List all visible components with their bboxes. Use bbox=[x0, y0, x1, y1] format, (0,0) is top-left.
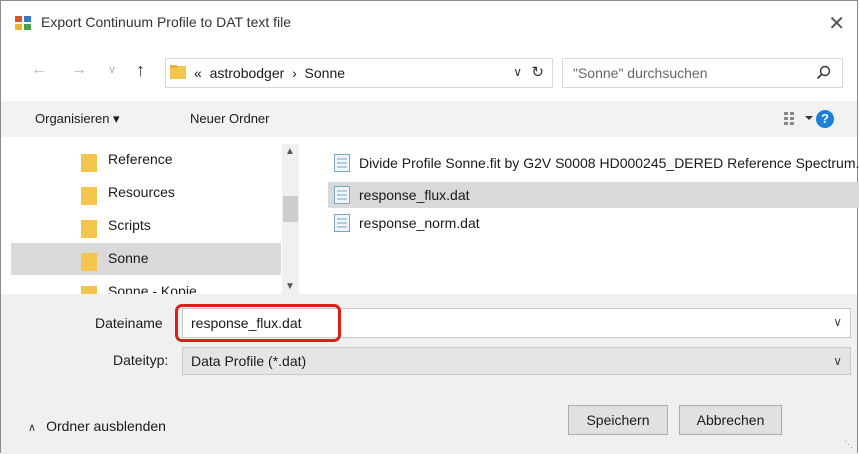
chevron-down-icon[interactable]: ∨ bbox=[513, 65, 522, 79]
address-bar[interactable]: « astrobodger › Sonne ∨ ↻ bbox=[165, 58, 553, 88]
tree-item-label: Sonne - Kopie bbox=[108, 283, 197, 294]
document-icon bbox=[334, 214, 350, 232]
file-name: response_flux.dat bbox=[359, 187, 470, 203]
search-icon[interactable] bbox=[816, 65, 832, 81]
resize-grip-icon[interactable]: ⋱ bbox=[844, 439, 853, 450]
tree-item-scripts[interactable]: Scripts bbox=[11, 210, 281, 242]
forward-arrow-icon[interactable]: → bbox=[71, 61, 87, 79]
tree-scrollbar[interactable]: ▲ ▼ bbox=[282, 144, 299, 294]
refresh-icon[interactable]: ↻ bbox=[531, 63, 544, 81]
view-options-icon[interactable] bbox=[783, 110, 815, 126]
chevron-down-icon[interactable]: ∨ bbox=[833, 315, 842, 329]
list-item[interactable]: response_norm.dat bbox=[328, 210, 859, 236]
search-input[interactable]: "Sonne" durchsuchen bbox=[573, 65, 707, 81]
close-icon[interactable]: ✕ bbox=[828, 11, 845, 36]
organize-menu[interactable]: Organisieren ▾ bbox=[35, 111, 120, 127]
address-prefix: « bbox=[194, 65, 202, 81]
help-icon[interactable]: ? bbox=[816, 110, 834, 128]
window-title: Export Continuum Profile to DAT text fil… bbox=[41, 14, 292, 30]
file-name: response_norm.dat bbox=[359, 215, 480, 231]
breadcrumb-item-astrobodger[interactable]: astrobodger bbox=[210, 65, 285, 81]
scroll-down-icon[interactable]: ▼ bbox=[285, 281, 295, 292]
filename-highlight bbox=[175, 304, 341, 342]
list-item[interactable]: Divide Profile Sonne.fit by G2V S0008 HD… bbox=[328, 150, 859, 176]
document-icon bbox=[334, 154, 350, 172]
filetype-select[interactable]: Data Profile (*.dat) ∨ bbox=[182, 347, 851, 375]
cancel-button[interactable]: Abbrechen bbox=[679, 405, 782, 435]
breadcrumb-separator[interactable]: › bbox=[292, 65, 297, 81]
folder-icon bbox=[81, 218, 97, 238]
folder-icon bbox=[170, 65, 186, 79]
filetype-label: Dateityp: bbox=[113, 352, 169, 368]
recent-locations-icon[interactable]: ∨ bbox=[108, 63, 116, 76]
scroll-up-icon[interactable]: ▲ bbox=[285, 146, 295, 157]
tree-item-label: Scripts bbox=[108, 217, 151, 233]
app-icon bbox=[15, 16, 31, 30]
hide-folders-toggle[interactable]: ∧ Ordner ausblenden bbox=[28, 418, 166, 434]
scroll-thumb[interactable] bbox=[283, 196, 298, 222]
tree-item-label: Resources bbox=[108, 184, 175, 200]
folder-icon bbox=[81, 152, 97, 172]
breadcrumb: « astrobodger › Sonne bbox=[194, 65, 345, 81]
hide-folders-label: Ordner ausblenden bbox=[46, 418, 166, 434]
tree-item-reference[interactable]: Reference bbox=[11, 144, 281, 176]
navigation-pane: Reference Resources Scripts Sonne Sonne … bbox=[1, 144, 300, 294]
tree-item-label: Sonne bbox=[108, 250, 149, 266]
list-item[interactable]: response_flux.dat bbox=[328, 182, 859, 208]
file-list: Divide Profile Sonne.fit by G2V S0008 HD… bbox=[300, 144, 859, 294]
folder-icon bbox=[81, 251, 97, 271]
chevron-down-icon[interactable]: ∨ bbox=[833, 354, 842, 368]
new-folder-button[interactable]: Neuer Ordner bbox=[190, 111, 269, 126]
filetype-value: Data Profile (*.dat) bbox=[191, 353, 307, 369]
up-arrow-icon[interactable]: ↑ bbox=[136, 60, 145, 81]
file-name: Divide Profile Sonne.fit by G2V S0008 HD… bbox=[359, 155, 859, 171]
tree-item-sonne[interactable]: Sonne bbox=[11, 243, 281, 275]
save-button[interactable]: Speichern bbox=[568, 405, 668, 435]
filename-label: Dateiname bbox=[95, 315, 163, 331]
command-bar: Organisieren ▾ Neuer Ordner ? bbox=[1, 101, 857, 137]
save-dialog: Export Continuum Profile to DAT text fil… bbox=[0, 0, 859, 454]
back-arrow-icon[interactable]: ← bbox=[31, 61, 47, 79]
document-icon bbox=[334, 186, 350, 204]
title-bar: Export Continuum Profile to DAT text fil… bbox=[1, 1, 857, 45]
search-box[interactable]: "Sonne" durchsuchen bbox=[562, 58, 843, 88]
folder-icon bbox=[81, 185, 97, 205]
tree-item-label: Reference bbox=[108, 151, 173, 167]
tree-item-sonne-kopie[interactable]: Sonne - Kopie bbox=[11, 276, 281, 294]
breadcrumb-item-sonne[interactable]: Sonne bbox=[305, 65, 345, 81]
folder-icon bbox=[81, 284, 97, 294]
chevron-up-icon: ∧ bbox=[28, 422, 37, 434]
tree-item-resources[interactable]: Resources bbox=[11, 177, 281, 209]
